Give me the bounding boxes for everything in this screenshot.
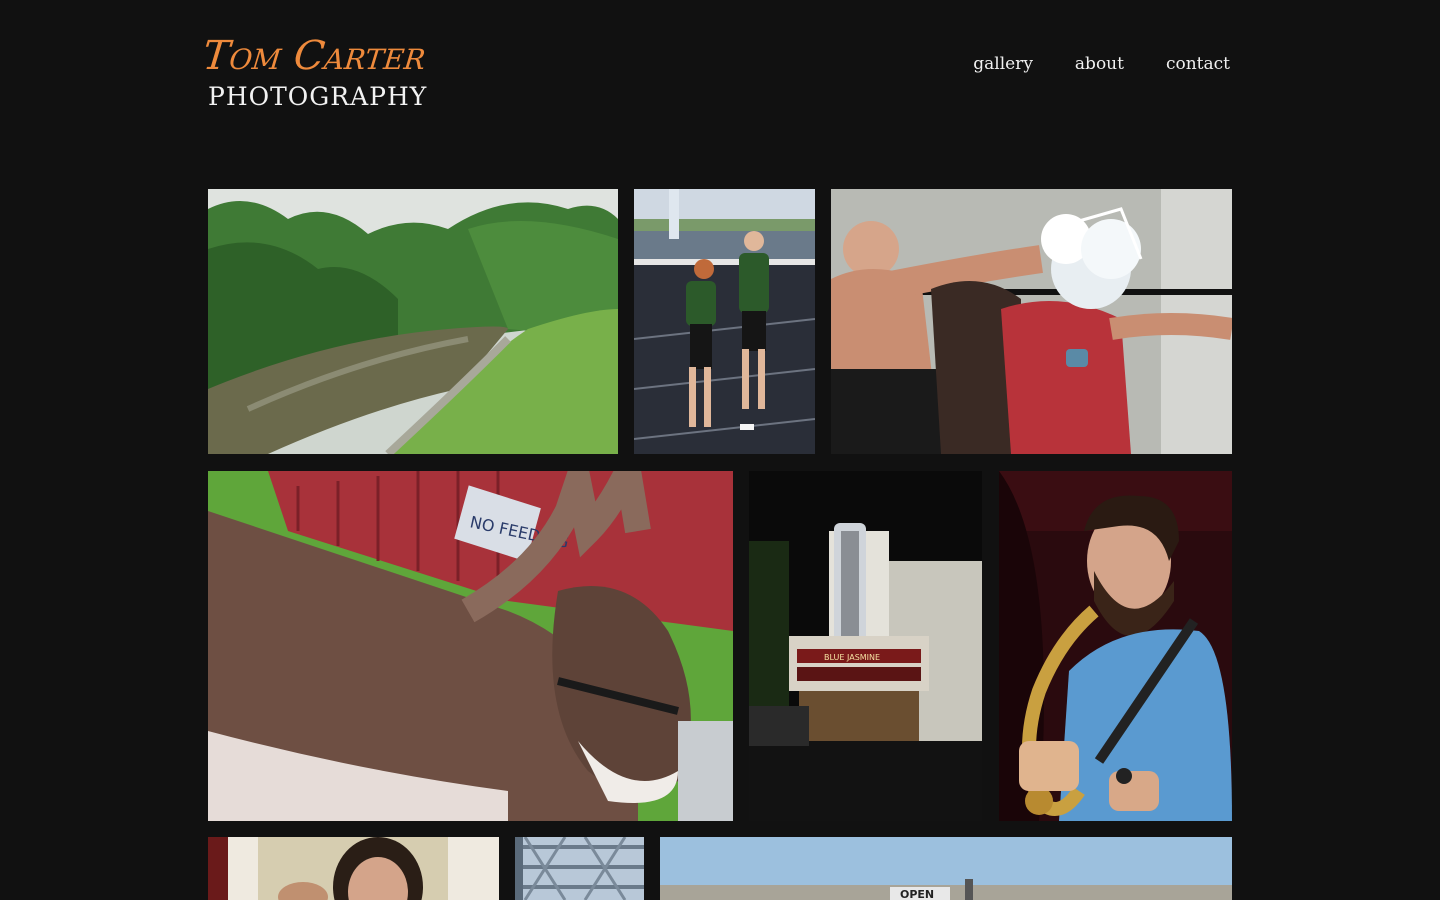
nav-contact-link[interactable]: contact: [1166, 52, 1230, 76]
photo-track-relay[interactable]: [634, 189, 815, 454]
photo-donkey[interactable]: NO FEEDING: [208, 471, 733, 821]
main-nav: gallery about contact: [973, 52, 1230, 76]
photo-wrestling[interactable]: [831, 189, 1232, 454]
marquee-text: BLUE JASMINE: [824, 653, 880, 662]
nav-gallery-link[interactable]: gallery: [973, 52, 1033, 76]
photo-saxophonist[interactable]: [999, 471, 1232, 821]
nav-about-link[interactable]: about: [1075, 52, 1124, 76]
photo-family[interactable]: [208, 837, 499, 900]
logo-subtitle: PHOTOGRAPHY: [208, 82, 428, 111]
photo-structure[interactable]: [515, 837, 644, 900]
photo-street-sign[interactable]: OPEN: [660, 837, 1232, 900]
page: Tom Carter PHOTOGRAPHY gallery about con…: [0, 0, 1440, 900]
site-logo[interactable]: Tom Carter PHOTOGRAPHY: [200, 30, 443, 116]
photo-theater[interactable]: BLUE JASMINE: [749, 471, 982, 821]
logo-name: Tom Carter: [200, 33, 429, 79]
photo-river[interactable]: [208, 189, 618, 454]
street-sign-text: OPEN: [900, 888, 934, 900]
